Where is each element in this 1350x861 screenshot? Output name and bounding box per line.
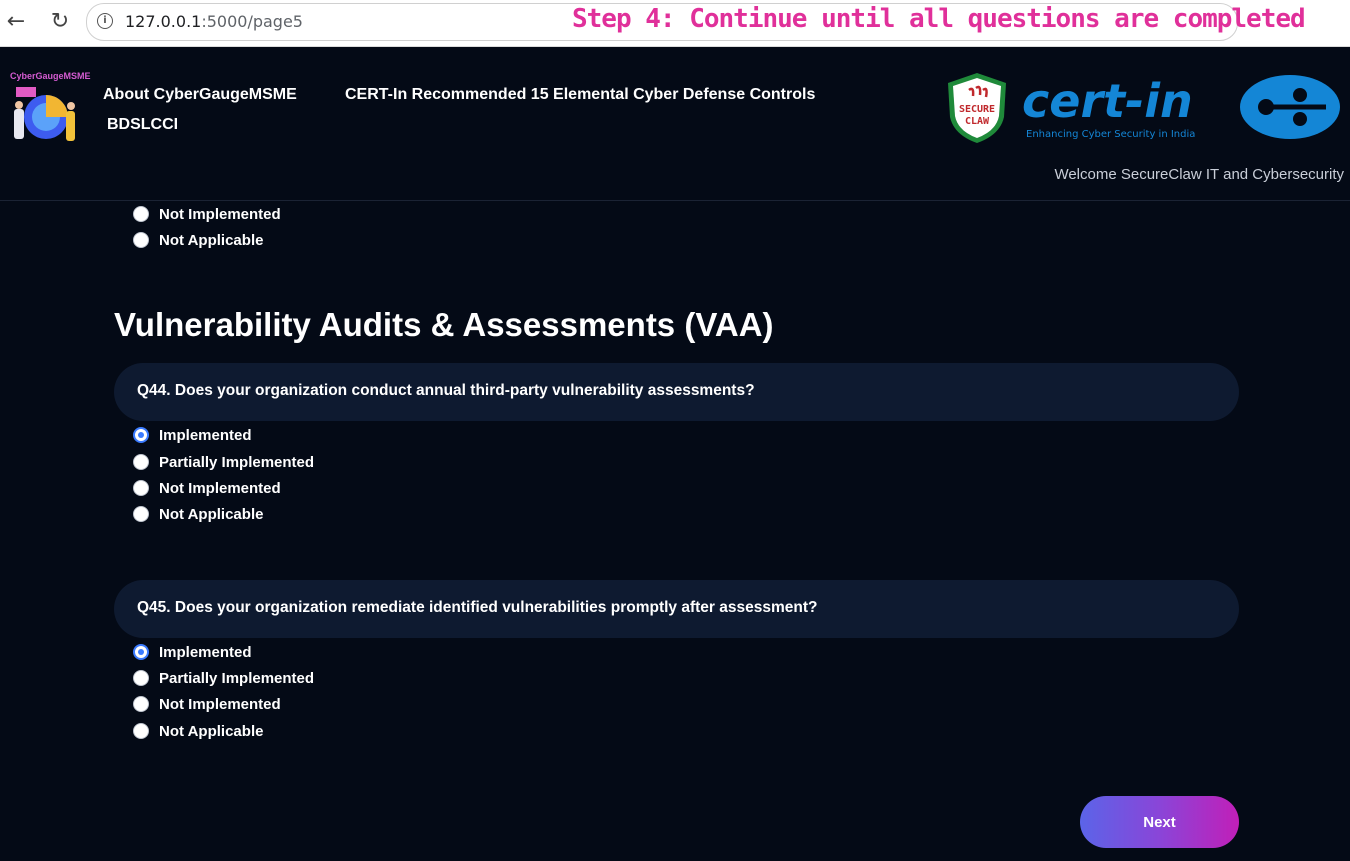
- nav-cert-in-controls[interactable]: CERT-In Recommended 15 Elemental Cyber D…: [345, 86, 815, 104]
- shield-text-claw: CLAW: [965, 116, 990, 127]
- prev-option-not-implemented[interactable]: Not Implemented: [133, 204, 281, 224]
- cybergauge-logo[interactable]: CyberGaugeMSME: [8, 71, 91, 151]
- option-label: Not Implemented: [159, 695, 281, 713]
- radio-button[interactable]: [133, 670, 149, 686]
- radio-button[interactable]: [133, 506, 149, 522]
- question-q45: Q45. Does your organization remediate id…: [114, 580, 1239, 638]
- option-label: Not Implemented: [159, 479, 281, 497]
- nav-bdslcci[interactable]: BDSLCCI: [107, 116, 178, 134]
- back-arrow-icon[interactable]: ←: [2, 8, 30, 36]
- reload-icon[interactable]: ↻: [46, 8, 74, 36]
- q44-option-not-implemented[interactable]: Not Implemented: [133, 478, 281, 498]
- prev-option-not-applicable[interactable]: Not Applicable: [133, 230, 263, 250]
- browser-toolbar: ← ↻ i 127.0.0.1:5000/page5 Step 4: Conti…: [0, 0, 1350, 47]
- q44-option-not-applicable[interactable]: Not Applicable: [133, 504, 263, 524]
- q44-option-implemented[interactable]: Implemented: [133, 425, 252, 445]
- url-path: :5000/page5: [201, 12, 303, 31]
- radio-button[interactable]: [133, 232, 149, 248]
- option-label: Partially Implemented: [159, 669, 315, 687]
- logo-illustration-icon: [14, 87, 75, 141]
- q45-option-not-implemented[interactable]: Not Implemented: [133, 694, 281, 714]
- question-text: Q45. Does your organization remediate id…: [137, 599, 818, 616]
- option-label: Not Applicable: [159, 231, 264, 249]
- q45-option-not-applicable[interactable]: Not Applicable: [133, 721, 263, 741]
- option-label: Implemented: [159, 426, 252, 444]
- option-label: Implemented: [159, 643, 252, 661]
- nav-about[interactable]: About CyberGaugeMSME: [103, 86, 297, 104]
- radio-button-selected[interactable]: [133, 644, 149, 660]
- logo-title: CyberGaugeMSME: [10, 71, 91, 81]
- radio-button[interactable]: [133, 723, 149, 739]
- question-text: Q44. Does your organization conduct annu…: [137, 382, 755, 399]
- option-label: Not Applicable: [159, 505, 264, 523]
- option-label: Not Applicable: [159, 722, 264, 740]
- radio-button[interactable]: [133, 480, 149, 496]
- radio-button-selected[interactable]: [133, 427, 149, 443]
- question-q44: Q44. Does your organization conduct annu…: [114, 363, 1239, 421]
- url-host: 127.0.0.1: [125, 12, 202, 31]
- q45-option-implemented[interactable]: Implemented: [133, 642, 252, 662]
- welcome-text: Welcome SecureClaw IT and Cybersecurity: [1054, 166, 1344, 183]
- info-icon[interactable]: i: [97, 13, 113, 29]
- certin-logo: cert-in Enhancing Cyber Security in Indi…: [1022, 74, 1340, 140]
- section-title: Vulnerability Audits & Assessments (VAA): [114, 306, 774, 343]
- option-label: Not Implemented: [159, 205, 281, 223]
- step-banner: Step 4: Continue until all questions are…: [572, 4, 1306, 34]
- secureclaw-logo: SECURE CLAW: [948, 73, 1006, 143]
- q45-option-partially-implemented[interactable]: Partially Implemented: [133, 668, 314, 688]
- app-header: CyberGaugeMSME About CyberGaugeMSME CERT…: [0, 47, 1350, 201]
- option-label: Partially Implemented: [159, 453, 315, 471]
- certin-wordmark: cert-in: [1022, 74, 1193, 128]
- radio-button[interactable]: [133, 206, 149, 222]
- next-button[interactable]: Next: [1080, 796, 1239, 848]
- url-text: 127.0.0.1:5000/page5: [125, 12, 303, 31]
- radio-button[interactable]: [133, 454, 149, 470]
- radio-button[interactable]: [133, 696, 149, 712]
- certin-tagline: Enhancing Cyber Security in India: [1026, 129, 1195, 140]
- q44-option-partially-implemented[interactable]: Partially Implemented: [133, 452, 314, 472]
- shield-text-secure: SECURE: [959, 104, 995, 115]
